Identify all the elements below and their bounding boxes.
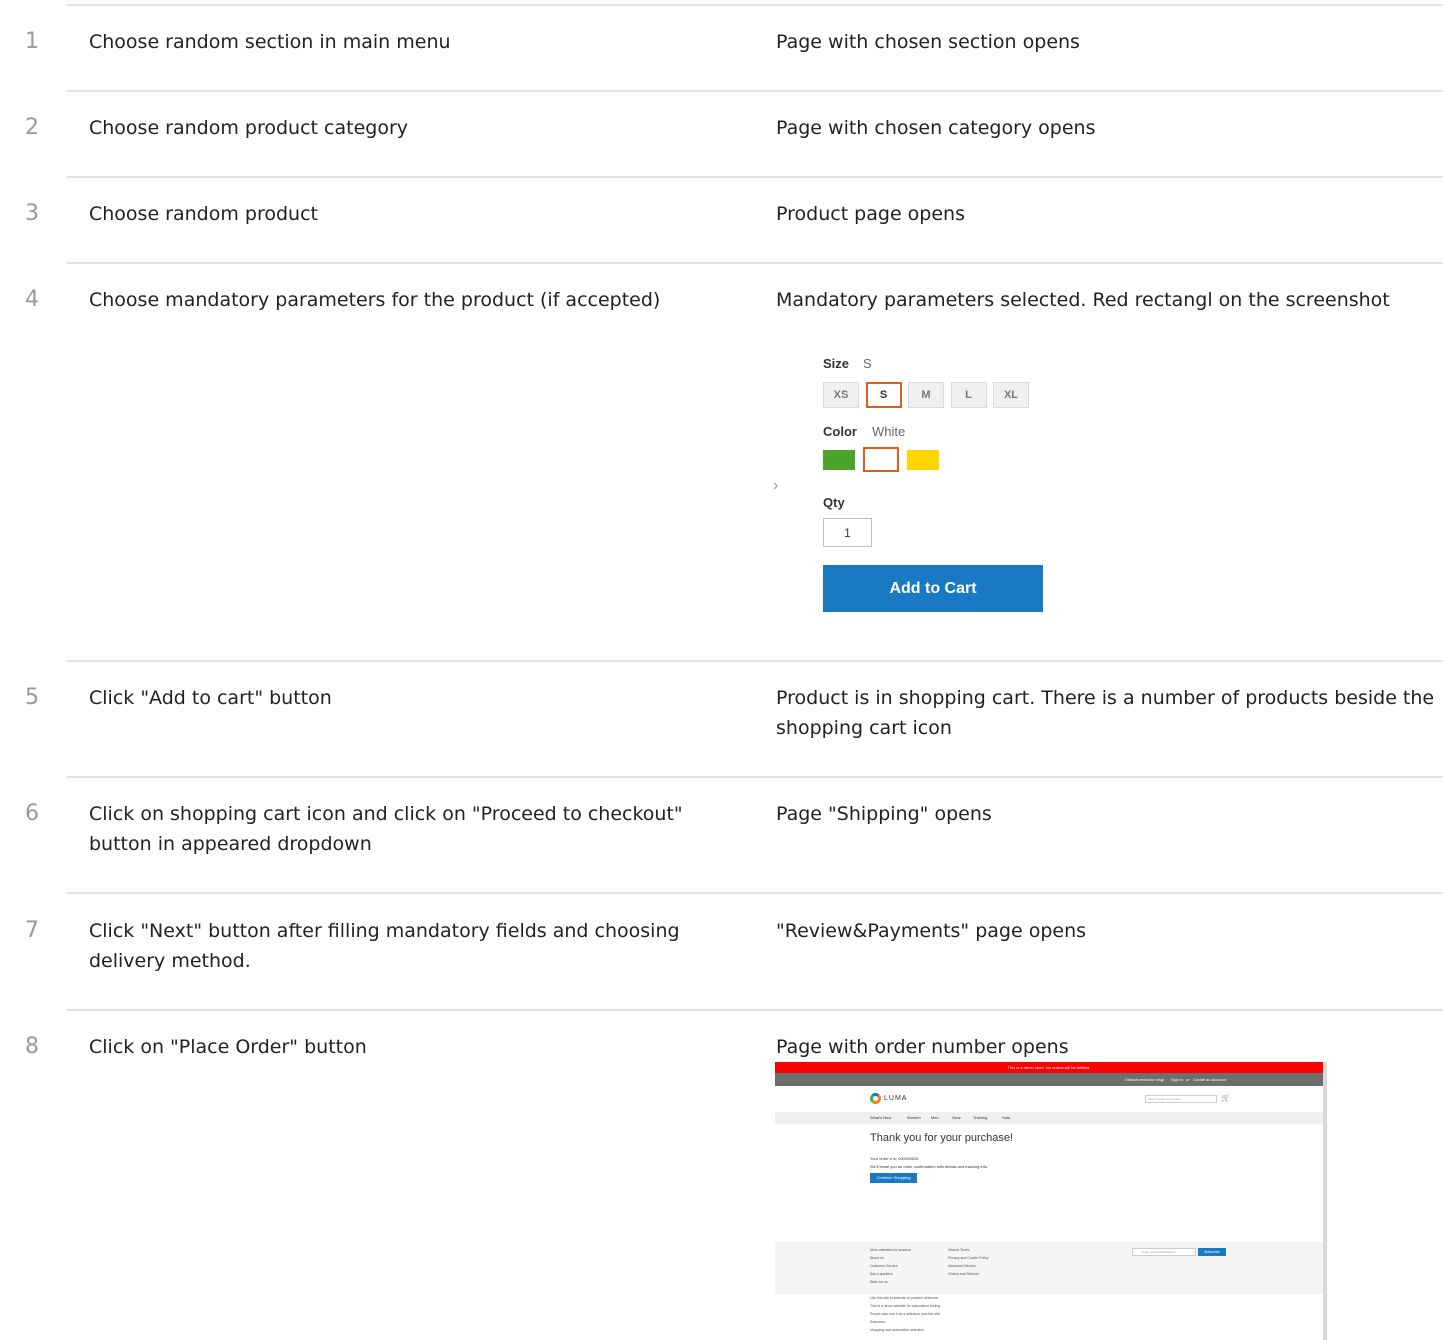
step-number: 2 — [25, 115, 39, 140]
size-label: Size — [823, 356, 850, 371]
demo-notice-bar: This is a demo store. No orders will be … — [775, 1062, 1323, 1073]
luma-logo-icon — [870, 1093, 881, 1104]
row-divider — [67, 1009, 1443, 1011]
step-action: Click on "Place Order" button — [89, 1036, 367, 1058]
size-option-l[interactable]: L — [950, 382, 987, 408]
footer-link[interactable]: Orders and Returns — [948, 1272, 979, 1276]
footer-link[interactable]: Write for us — [870, 1280, 888, 1284]
or-text: or — [1186, 1077, 1190, 1082]
qty-input[interactable]: 1 — [823, 518, 872, 547]
step-number: 8 — [25, 1034, 39, 1059]
step-action: Click "Next" button after filling mandat… — [89, 920, 680, 972]
nav-women[interactable]: Women — [907, 1112, 921, 1124]
sign-in-link[interactable]: Sign In — [1171, 1073, 1183, 1086]
color-value: White — [872, 424, 906, 439]
footer-link[interactable]: Privacy and Cookie Policy — [948, 1256, 988, 1260]
footer-link[interactable]: Search Terms — [948, 1248, 970, 1252]
qty-label: Qty — [823, 495, 845, 510]
row-divider — [67, 176, 1443, 178]
step-expected-result: Mandatory parameters selected. Red recta… — [776, 289, 1390, 311]
footer-note: Searches: — [870, 1320, 886, 1324]
main-nav: What's New Women Men Gear Training Sale — [775, 1112, 1323, 1124]
step-action: Choose random section in main menu — [89, 31, 451, 53]
row-divider — [67, 90, 1443, 92]
nav-training[interactable]: Training — [973, 1112, 987, 1124]
step-number: 7 — [25, 918, 39, 943]
create-account-link[interactable]: Create an Account — [1193, 1073, 1226, 1086]
welcome-text: Default welcome msg! — [1125, 1077, 1165, 1082]
step-action: Click "Add to cart" button — [89, 687, 332, 709]
header-panel: Default welcome msg! Sign In or Create a… — [775, 1073, 1323, 1086]
product-options-screenshot: Size S XS S M L XL Color White › Qty 1 Add t… — [770, 350, 1070, 620]
continue-shopping-button[interactable]: Continue Shopping — [870, 1173, 917, 1183]
color-label: Color — [823, 424, 857, 439]
nav-sale[interactable]: Sale — [1002, 1112, 1010, 1124]
step-number: 5 — [25, 685, 39, 710]
row-divider — [67, 262, 1443, 264]
step-expected-result: Product page opens — [776, 203, 965, 225]
row-divider — [67, 776, 1443, 778]
footer-link[interactable]: About us — [870, 1256, 884, 1260]
footer-link[interactable]: More websites for practice — [870, 1248, 911, 1252]
luma-logo[interactable]: LUMA — [870, 1093, 907, 1104]
email-confirmation-text: We'll email you an order confirmation wi… — [870, 1164, 989, 1169]
size-option-m[interactable]: M — [908, 382, 944, 408]
step-number: 3 — [25, 201, 39, 226]
size-value: S — [863, 356, 872, 371]
footer-link[interactable]: Advanced Search — [948, 1264, 976, 1268]
step-action: Click on shopping cart icon and click on… — [89, 803, 683, 855]
footer: More websites for practice About us Custom… — [775, 1242, 1323, 1294]
nav-whats-new[interactable]: What's New — [870, 1112, 891, 1124]
step-action: Choose mandatory parameters for the prod… — [89, 289, 661, 311]
step-expected-result: Page with order number opens — [776, 1036, 1069, 1058]
step-action: Choose random product — [89, 203, 318, 225]
step-expected-result: Page with chosen section opens — [776, 31, 1080, 53]
footer-note: This is a demo website for automation te… — [870, 1304, 942, 1308]
row-divider — [67, 892, 1443, 894]
step-expected-result: Page "Shipping" opens — [776, 803, 992, 825]
order-page-screenshot: This is a demo store. No orders will be … — [775, 1062, 1327, 1340]
footer-note: People also use it as a selenium practic… — [870, 1312, 941, 1316]
footer-note: Use this site to website to practice sel… — [870, 1296, 939, 1300]
newsletter-email-input[interactable]: Enter your email address — [1132, 1248, 1196, 1256]
size-option-xs[interactable]: XS — [823, 382, 859, 408]
search-input[interactable]: Search entire store here... — [1145, 1095, 1217, 1103]
cart-icon[interactable]: 🛒 — [1221, 1094, 1230, 1102]
logo-text: LUMA — [884, 1095, 908, 1102]
chevron-right-icon[interactable]: › — [773, 477, 778, 495]
row-divider — [67, 4, 1443, 6]
step-expected-result: Product is in shopping cart. There is a … — [776, 687, 1435, 739]
order-number-text: Your order # is: 000009820. — [870, 1156, 920, 1161]
color-swatch[interactable] — [907, 450, 939, 470]
step-number: 1 — [25, 29, 39, 54]
step-number: 4 — [25, 287, 39, 312]
step-number: 6 — [25, 801, 39, 826]
footer-link[interactable]: Ask a question — [870, 1272, 893, 1276]
color-swatch[interactable] — [863, 447, 899, 472]
color-swatch[interactable] — [823, 450, 855, 470]
add-to-cart-button[interactable]: Add to Cart — [823, 565, 1043, 612]
nav-gear[interactable]: Gear — [952, 1112, 961, 1124]
step-expected-result: "Review&Payments" page opens — [776, 920, 1087, 942]
footer-link[interactable]: Customer Service — [870, 1264, 898, 1268]
size-option-xl[interactable]: XL — [993, 382, 1029, 408]
step-action: Choose random product category — [89, 117, 409, 139]
nav-men[interactable]: Men — [931, 1112, 939, 1124]
subscribe-button[interactable]: Subscribe — [1198, 1248, 1226, 1256]
footer-note: shopping cart automation selenium — [870, 1328, 925, 1332]
step-expected-result: Page with chosen category opens — [776, 117, 1096, 139]
page-title: Thank you for your purchase! — [870, 1132, 1014, 1144]
row-divider — [67, 660, 1443, 662]
size-option-s[interactable]: S — [865, 382, 902, 408]
